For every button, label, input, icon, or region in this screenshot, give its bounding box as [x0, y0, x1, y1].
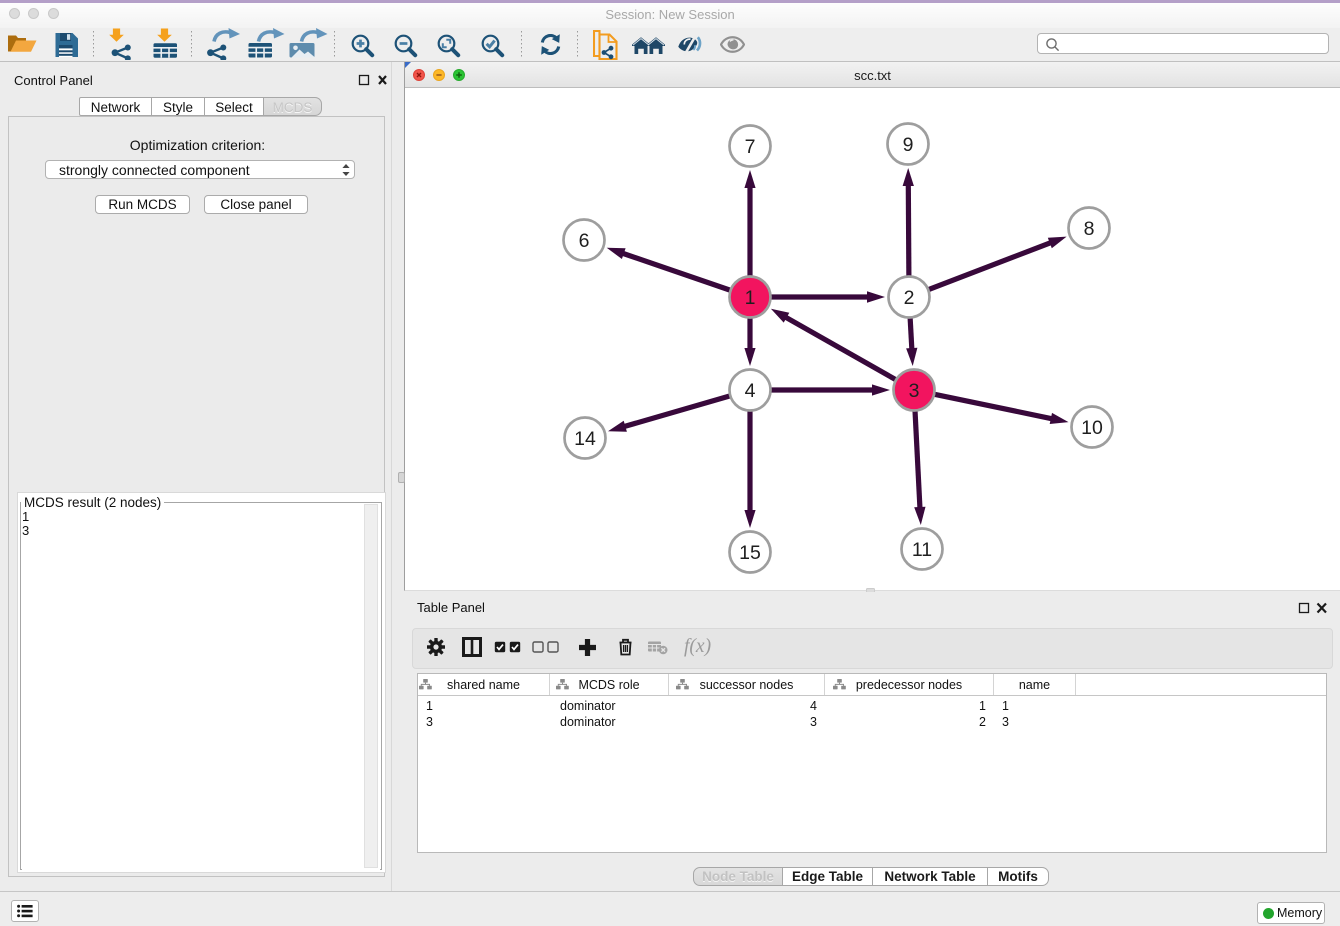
- svg-text:11: 11: [912, 539, 932, 561]
- svg-text:1: 1: [745, 287, 756, 309]
- svg-text:3: 3: [909, 380, 920, 402]
- svg-text:4: 4: [745, 380, 756, 402]
- svg-text:6: 6: [579, 230, 590, 252]
- svg-text:10: 10: [1081, 417, 1103, 439]
- svg-text:14: 14: [574, 428, 596, 450]
- svg-text:15: 15: [739, 542, 761, 564]
- svg-text:8: 8: [1084, 218, 1095, 240]
- svg-text:2: 2: [904, 287, 915, 309]
- svg-text:9: 9: [903, 134, 914, 156]
- svg-text:7: 7: [745, 136, 756, 158]
